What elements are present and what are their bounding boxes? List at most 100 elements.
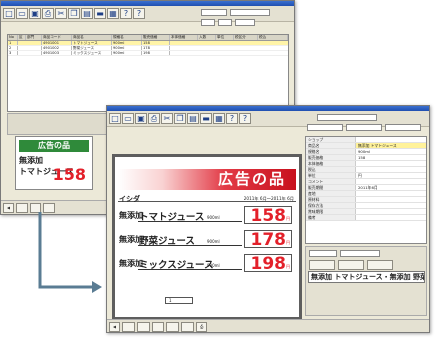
property-value[interactable] [356, 167, 426, 172]
option-field[interactable] [309, 250, 337, 257]
question-icon[interactable]: ? [239, 113, 251, 124]
property-value[interactable]: 900ml [356, 149, 426, 154]
col-header[interactable]: 単位 [216, 35, 234, 40]
col-header[interactable]: 商品コード [42, 35, 72, 40]
property-value[interactable] [356, 203, 426, 208]
back-button[interactable]: ◀ [109, 322, 120, 332]
property-value[interactable] [356, 161, 426, 166]
help-icon[interactable]: ? [120, 8, 132, 19]
col-header[interactable]: 商品名 [72, 35, 112, 40]
action-button-2[interactable] [29, 203, 42, 213]
pop-item[interactable]: 無添加 野菜ジュース 900ml 178 円 [118, 229, 296, 249]
pop-item[interactable]: 無添加 ミックスジュース 900ml 198 円 [118, 253, 296, 273]
filter-field-2[interactable] [230, 9, 270, 16]
new-icon[interactable]: □ [3, 8, 15, 19]
col-header[interactable]: 入数 [198, 35, 216, 40]
paste-icon[interactable]: ▤ [81, 8, 93, 19]
edit-button-1[interactable] [309, 260, 335, 270]
property-value[interactable] [356, 209, 426, 214]
row-std: 900ml [112, 46, 142, 50]
property-list[interactable]: ショップ 商品名 無添加 トマトジュース 規格名 900ml 販売価格 158 本体価… [305, 136, 427, 244]
filter-field-5[interactable] [235, 19, 255, 26]
help-icon[interactable]: ? [226, 113, 238, 124]
pop-preview-area[interactable]: 広告の品 イシダ 2011年 6月〜2011年 6月 無添加 トマトジュース 9… [112, 154, 302, 320]
row-blank [18, 46, 42, 50]
col-header[interactable]: 規格名 [112, 35, 142, 40]
property-value[interactable] [356, 197, 426, 202]
action-button-5[interactable] [181, 322, 195, 332]
col-header[interactable]: 区 [18, 35, 26, 40]
product-grid[interactable]: No 区 部門 商品コード 商品名 規格名 販売価格 本体価格 入数 単位 税区… [7, 34, 289, 112]
cut-icon[interactable]: ✂ [55, 8, 67, 19]
row-name: 野菜ジュース [72, 46, 112, 50]
cut-icon[interactable]: ✂ [161, 113, 173, 124]
paste-icon[interactable]: ▤ [187, 113, 199, 124]
pop-thumbnail[interactable]: 広告の品 無添加 トマトジュース 158 [15, 136, 93, 190]
open-icon[interactable]: ▭ [122, 113, 134, 124]
property-value[interactable] [356, 191, 426, 196]
grid-icon[interactable]: ▦ [213, 113, 225, 124]
property-value[interactable] [356, 179, 426, 184]
col-header[interactable]: 販売価格 [142, 35, 170, 40]
print-button[interactable]: ⎙ [196, 322, 208, 332]
page-indicator[interactable]: 1 [165, 297, 193, 304]
open-icon[interactable]: ▭ [16, 8, 28, 19]
edit-button-3[interactable] [367, 260, 393, 270]
property-value[interactable] [356, 137, 426, 142]
tab-2[interactable] [346, 124, 382, 131]
action-button-3[interactable] [151, 322, 165, 332]
banner-title[interactable]: 広告の品 [118, 169, 296, 190]
store-name[interactable]: イシダ [119, 194, 140, 204]
header-field[interactable] [317, 114, 377, 121]
property-row[interactable]: 備考 [306, 215, 426, 221]
date-range[interactable]: 2011年 6月〜2011年 6月 [244, 196, 294, 202]
item-price: 158 [250, 206, 287, 226]
car-icon[interactable]: ▬ [200, 113, 212, 124]
col-header[interactable]: 税込 [258, 35, 288, 40]
copy-icon[interactable]: ❐ [68, 8, 80, 19]
filter-field[interactable] [201, 9, 227, 16]
save-icon[interactable]: ▣ [135, 113, 147, 124]
action-button-4[interactable] [166, 322, 180, 332]
property-value[interactable]: 円 [356, 173, 426, 178]
tab-1[interactable] [307, 124, 343, 131]
property-value[interactable]: 2011年6月 [356, 185, 426, 190]
filter-field-3[interactable] [201, 19, 215, 26]
property-value[interactable] [356, 215, 426, 220]
item-volume: 900ml [207, 263, 220, 268]
tab-3[interactable] [385, 124, 421, 131]
action-button-1[interactable] [121, 322, 135, 332]
pop-editor-window: □ ▭ ▣ ⎙ ✂ ❐ ▤ ▬ ▦ ? ? 広告の品 イシダ 2011年 6月〜… [106, 105, 430, 333]
action-button-3[interactable] [43, 203, 55, 213]
col-header[interactable]: 部門 [26, 35, 42, 40]
save-icon[interactable]: ▣ [29, 8, 41, 19]
edit-button-2[interactable] [338, 260, 364, 270]
header-fields [317, 114, 377, 121]
filter-field-4[interactable] [218, 19, 232, 26]
property-value[interactable]: 158 [356, 155, 426, 160]
row-blank [18, 41, 42, 45]
action-button-1[interactable] [15, 203, 28, 213]
print-icon[interactable]: ⎙ [148, 113, 160, 124]
row-price: 178 [142, 46, 170, 50]
back-button[interactable]: ◀ [3, 203, 14, 213]
property-value[interactable]: 無添加 トマトジュース [356, 143, 426, 148]
question-icon[interactable]: ? [133, 8, 145, 19]
text-entry-field[interactable]: 無添加 トマトジュース・無添加 野菜 [308, 271, 425, 283]
col-header[interactable]: No [8, 35, 18, 40]
copy-icon[interactable]: ❐ [174, 113, 186, 124]
col-header[interactable]: 本体価格 [170, 35, 198, 40]
property-key: 税込 [306, 167, 356, 172]
new-icon[interactable]: □ [109, 113, 121, 124]
row-no: 2 [8, 46, 18, 50]
col-header[interactable]: 税区分 [234, 35, 258, 40]
table-row[interactable]: 3 4901003 ミックスジュース 900ml 198 [8, 51, 288, 56]
option-field-2[interactable] [340, 250, 380, 257]
pop-item[interactable]: 無添加 トマトジュース 900ml 158 円 [118, 205, 296, 225]
property-key: 商品名 [306, 143, 356, 148]
action-button-2[interactable] [136, 322, 150, 332]
pop-card[interactable]: 広告の品 イシダ 2011年 6月〜2011年 6月 無添加 トマトジュース 9… [115, 157, 299, 317]
car-icon[interactable]: ▬ [94, 8, 106, 19]
print-icon[interactable]: ⎙ [42, 8, 54, 19]
grid-icon[interactable]: ▦ [107, 8, 119, 19]
